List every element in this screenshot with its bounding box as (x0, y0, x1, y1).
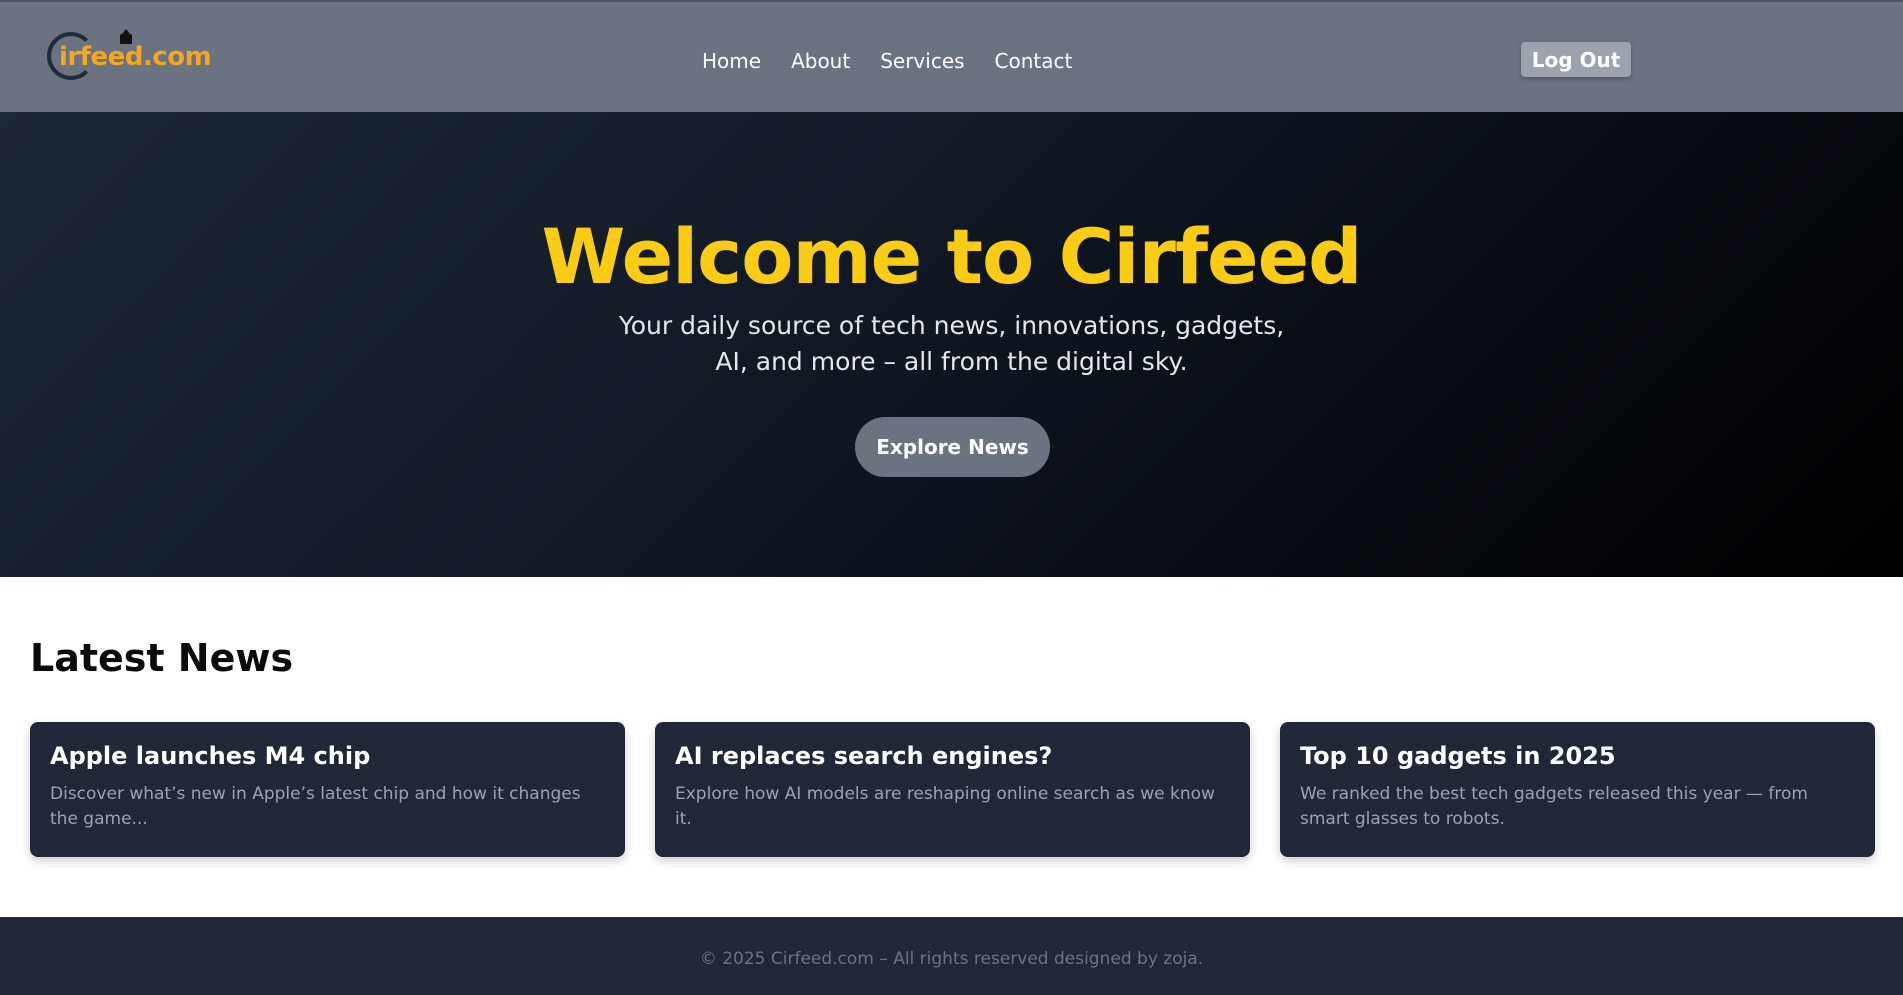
news-card[interactable]: AI replaces search engines? Explore how … (655, 722, 1250, 857)
latest-news-heading: Latest News (30, 636, 294, 680)
news-card-text: Explore how AI models are reshaping onli… (675, 784, 1215, 829)
top-navbar: irfeed.com Home About Services Contact L… (0, 0, 1903, 112)
hero-section: Welcome to Cirfeed Your daily source of … (0, 112, 1903, 577)
nav-contact-link[interactable]: Contact (995, 49, 1073, 73)
footer-copyright: © 2025 Cirfeed.com – All rights reserved… (699, 949, 1204, 969)
logout-button[interactable]: Log Out (1521, 42, 1631, 77)
site-logo[interactable]: irfeed.com (47, 29, 212, 86)
nav-services-link[interactable]: Services (880, 49, 964, 73)
news-card-text: Discover what’s new in Apple’s latest ch… (50, 784, 581, 829)
nav-about-link[interactable]: About (791, 49, 850, 73)
news-cards: Apple launches M4 chip Discover what’s n… (30, 722, 1875, 857)
news-card-text: We ranked the best tech gadgets released… (1300, 784, 1808, 829)
explore-news-button[interactable]: Explore News (855, 417, 1050, 477)
news-card-title: Apple launches M4 chip (50, 742, 371, 770)
hero-title: Welcome to Cirfeed (541, 212, 1362, 301)
news-card[interactable]: Apple launches M4 chip Discover what’s n… (30, 722, 625, 857)
main-nav: Home About Services Contact (702, 49, 1072, 73)
logo-text: irfeed.com (59, 42, 212, 72)
news-card[interactable]: Top 10 gadgets in 2025 We ranked the bes… (1280, 722, 1875, 857)
site-footer: © 2025 Cirfeed.com – All rights reserved… (0, 917, 1903, 995)
news-card-title: AI replaces search engines? (675, 742, 1053, 770)
nav-home-link[interactable]: Home (702, 49, 761, 73)
news-card-title: Top 10 gadgets in 2025 (1300, 742, 1616, 770)
hero-subtitle: Your daily source of tech news, innovati… (618, 311, 1285, 376)
